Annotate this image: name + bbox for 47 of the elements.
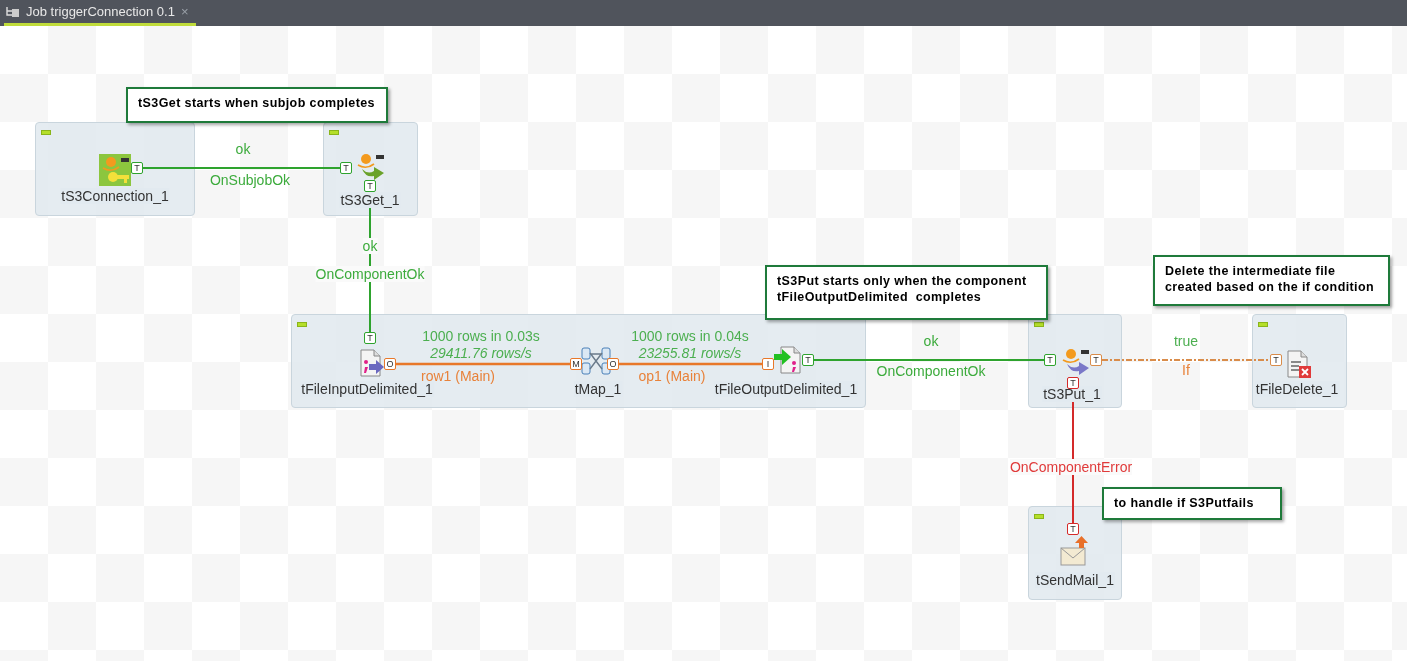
collapse-icon[interactable] — [41, 130, 51, 135]
component-label: tFileDelete_1 — [1254, 381, 1340, 397]
connector-port[interactable]: T — [1067, 377, 1079, 389]
connector-port[interactable]: T — [131, 162, 143, 174]
connector-port[interactable]: M — [570, 358, 582, 370]
connection-label: ok — [362, 238, 378, 254]
note-text: tS3Get starts when subjob completes — [126, 87, 388, 123]
connection-label: OnSubjobOk — [209, 172, 291, 188]
component-label: tMap_1 — [573, 381, 623, 397]
connection-label: ok — [235, 141, 251, 157]
row-rate-label: 29411.76 rows/s — [430, 345, 532, 361]
connection-label: 1000 rows in 0.03s — [422, 328, 540, 344]
collapse-icon[interactable] — [1258, 322, 1268, 327]
connector-port[interactable]: I — [762, 358, 774, 370]
note-text: Delete the intermediate file created based on the if condition — [1153, 255, 1390, 306]
row-rate-label: 23255.81 rows/s — [638, 345, 742, 361]
connector-port[interactable]: T — [340, 162, 352, 174]
note-text: tS3Put starts only when the component tFileOutputDelimited completes — [765, 265, 1048, 320]
component-label: tFileOutputDelimited_1 — [713, 381, 859, 397]
collapse-icon[interactable] — [329, 130, 339, 135]
connection-label: OnComponentOk — [315, 266, 425, 282]
component-label: tSendMail_1 — [1035, 572, 1115, 588]
component-label: tS3Put_1 — [1042, 386, 1102, 402]
connection-label: ok — [923, 333, 939, 349]
connection-label: OnComponentOk — [876, 363, 986, 379]
collapse-icon[interactable] — [1034, 322, 1044, 327]
component-label: tS3Get_1 — [339, 192, 401, 208]
connection-label: row1 (Main) — [421, 368, 495, 384]
connector-port[interactable]: T — [1270, 354, 1282, 366]
connector-port[interactable]: T — [802, 354, 814, 366]
collapse-icon[interactable] — [1034, 514, 1044, 519]
connection-label: If — [1182, 362, 1190, 378]
collapse-icon[interactable] — [297, 322, 307, 327]
note-text: to handle if S3Putfails — [1102, 487, 1282, 520]
connector-port[interactable]: O — [384, 358, 396, 370]
connector-port[interactable]: O — [607, 358, 619, 370]
connector-port[interactable]: T — [1067, 523, 1079, 535]
component-label: tFileInputDelimited_1 — [300, 381, 434, 397]
connection-label: 1000 rows in 0.04s — [631, 328, 749, 344]
connection-label: op1 (Main) — [638, 368, 706, 384]
connection-label: OnComponentError — [1009, 459, 1133, 475]
connector-port[interactable]: T — [1044, 354, 1056, 366]
connector-port[interactable]: T — [364, 180, 376, 192]
component-label: tS3Connection_1 — [60, 188, 170, 204]
connection-label: true — [1173, 333, 1199, 349]
connector-port[interactable]: T — [1090, 354, 1102, 366]
connector-port[interactable]: T — [364, 332, 376, 344]
